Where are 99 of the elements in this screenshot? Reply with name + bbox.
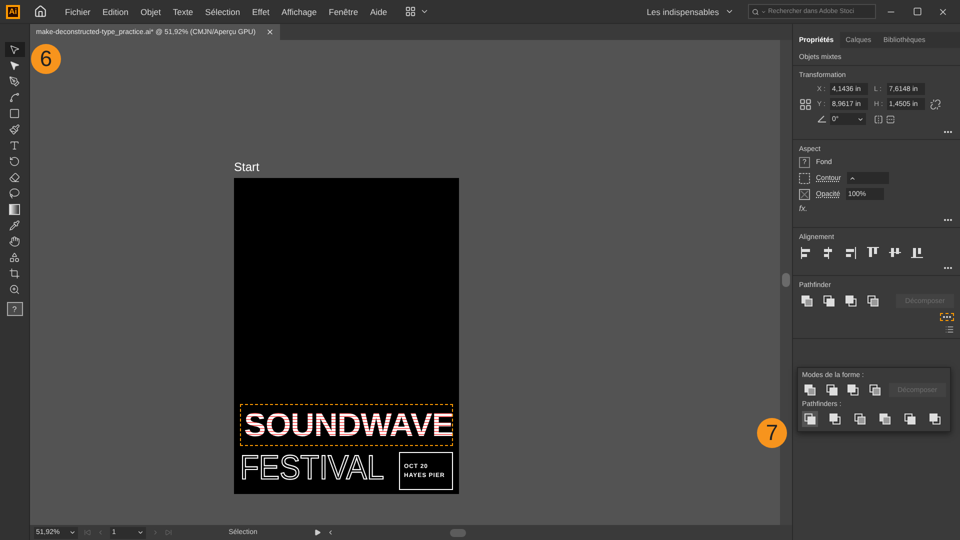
align-icon (889, 247, 901, 259)
layout-icon[interactable] (405, 6, 416, 17)
chevron-down-icon (857, 116, 864, 122)
close-icon (938, 6, 948, 16)
chevron-up-icon (848, 174, 856, 182)
angle-icon (817, 115, 827, 123)
chevron-down-icon (725, 7, 734, 16)
menu-item[interactable]: Fichier (61, 6, 95, 16)
lasso-icon (9, 188, 20, 199)
play-icon[interactable] (314, 529, 321, 536)
chevron-down-icon[interactable] (420, 7, 430, 16)
filled-arrow-icon (9, 60, 20, 71)
brush-icon (9, 124, 20, 135)
pathfinder-icon (867, 295, 879, 307)
pathfinder-icon (854, 413, 866, 425)
crop-icon (9, 268, 20, 279)
pathfinder-icon (829, 413, 841, 425)
scroll-left-icon[interactable] (327, 529, 334, 536)
pathfinder-icon (801, 295, 813, 307)
outlined-text: FESTIVAL (240, 447, 384, 489)
eyedropper-icon (9, 220, 20, 231)
pathfinder-button[interactable] (865, 293, 881, 309)
more-options-icon[interactable] (942, 265, 954, 271)
shape-mode-button[interactable] (867, 382, 883, 398)
align-button[interactable] (909, 245, 925, 261)
pen-icon (9, 76, 20, 87)
pathfinder-icon (904, 413, 916, 425)
menu-item[interactable]: Fenêtre (324, 6, 362, 16)
stroke-swatch[interactable] (799, 172, 810, 184)
menu-item[interactable]: Affichage (277, 6, 321, 16)
pathfinder-icon (804, 384, 816, 396)
menu-item[interactable]: Edition (98, 6, 133, 16)
reference-point-icon[interactable] (799, 98, 812, 110)
horizontal-scroll-thumb[interactable] (450, 528, 466, 536)
menu-item[interactable]: Aide (366, 6, 392, 16)
pathfinder-button[interactable] (827, 411, 843, 427)
shape-mode-button[interactable] (845, 382, 862, 398)
pathfinder-icon (845, 295, 857, 307)
type-icon (9, 140, 20, 151)
align-icon (801, 247, 813, 259)
rectangle-icon (9, 108, 20, 119)
pathfinder-button[interactable] (802, 411, 818, 427)
pathfinder-button[interactable] (877, 411, 893, 427)
curve-pen-icon (9, 92, 20, 103)
search-icon[interactable] (752, 8, 759, 16)
align-icon (867, 247, 879, 259)
shape-mode-button[interactable] (824, 382, 840, 398)
more-options-icon[interactable] (940, 313, 954, 321)
opacity-icon (799, 188, 810, 200)
eraser-icon (9, 172, 20, 183)
pathfinder-icon (804, 413, 816, 425)
pathfinder-button[interactable] (852, 411, 868, 427)
stroke-weight-field[interactable] (846, 172, 889, 184)
more-options-icon[interactable] (942, 129, 954, 135)
shape-mode-button[interactable] (802, 382, 818, 398)
shapes-icon (9, 252, 20, 263)
menu-item[interactable]: Objet (136, 6, 165, 16)
menu-item[interactable]: Sélection (201, 6, 244, 16)
hand-icon (9, 236, 20, 247)
pathfinder-icon (826, 384, 838, 396)
effects-button[interactable]: fx. (799, 204, 954, 213)
app-logo: Ai (6, 4, 20, 18)
align-button[interactable] (843, 245, 859, 261)
flip-horizontal-icon[interactable] (874, 114, 883, 124)
maximize-icon (912, 7, 922, 16)
list-icon[interactable] (945, 325, 954, 334)
artboard-label: Start (234, 160, 260, 174)
align-icon (823, 247, 835, 259)
pathfinder-icon (879, 413, 891, 425)
align-icon (911, 247, 923, 259)
pathfinder-button[interactable] (799, 293, 815, 309)
gradient-icon (9, 204, 20, 215)
more-options-icon[interactable] (942, 217, 954, 223)
chevron-down-icon (69, 529, 76, 536)
zoom-icon (9, 284, 20, 295)
workspace-switcher[interactable]: Les indispensables (636, 6, 744, 16)
step-callout: 6 (31, 44, 61, 74)
pathfinder-button[interactable] (902, 411, 918, 427)
vertical-scrollbar[interactable] (780, 40, 792, 525)
align-icon (845, 247, 857, 259)
flip-vertical-icon[interactable] (886, 114, 895, 124)
unlink-icon[interactable] (930, 98, 941, 110)
tool-button[interactable] (4, 42, 24, 57)
headline-text: SOUNDWAVE (240, 404, 453, 446)
pathfinder-icon (929, 413, 941, 425)
pathfinder-button[interactable] (927, 411, 943, 427)
pathfinder-button[interactable] (821, 293, 837, 309)
chevron-down-icon (137, 529, 144, 536)
close-icon[interactable] (266, 28, 274, 36)
fill-swatch[interactable]: ? (6, 302, 22, 316)
pathfinder-button[interactable] (843, 293, 859, 309)
menu-item[interactable]: Effet (248, 6, 274, 16)
pathfinder-icon (868, 384, 881, 396)
rotate-icon (9, 156, 20, 167)
pathfinder-icon (847, 384, 860, 396)
home-icon[interactable] (34, 5, 47, 18)
selection-arrow-icon (9, 44, 20, 55)
pathfinder-icon (823, 295, 835, 307)
menu-item[interactable]: Texte (168, 6, 198, 16)
